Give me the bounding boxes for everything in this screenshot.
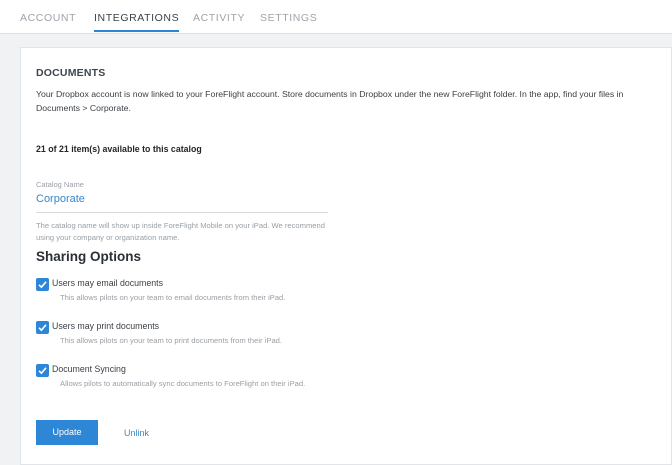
print-option-help: This allows pilots on your team to print…	[60, 336, 283, 345]
section-title: DOCUMENTS	[36, 67, 106, 79]
email-checkbox[interactable]	[36, 278, 49, 291]
sharing-options-title: Sharing Options	[36, 249, 142, 264]
catalog-name-label: Catalog Name	[36, 180, 84, 189]
documents-card: DOCUMENTS Your Dropbox account is now li…	[20, 47, 672, 465]
tab-account[interactable]: ACCOUNT	[20, 12, 76, 30]
checkmark-icon	[38, 324, 47, 332]
checkmark-icon	[38, 367, 47, 375]
sync-option-label[interactable]: Document Syncing	[52, 364, 126, 374]
sync-option-help: Allows pilots to automatically sync docu…	[60, 379, 306, 388]
catalog-name-help: The catalog name will show up inside For…	[36, 221, 325, 242]
print-option-label[interactable]: Users may print documents	[52, 321, 159, 331]
unlink-link[interactable]: Unlink	[124, 428, 149, 438]
tab-bar: ACCOUNT INTEGRATIONS ACTIVITY SETTINGS	[0, 0, 672, 34]
dropbox-description: Your Dropbox account is now linked to yo…	[36, 89, 624, 113]
catalog-name-underline	[36, 212, 328, 213]
tab-integrations[interactable]: INTEGRATIONS	[94, 12, 180, 32]
tab-settings[interactable]: SETTINGS	[260, 12, 317, 30]
print-checkbox[interactable]	[36, 321, 49, 334]
catalog-name-field[interactable]: Corporate	[36, 193, 85, 205]
email-option-label[interactable]: Users may email documents	[52, 278, 163, 288]
update-button[interactable]: Update	[36, 420, 98, 445]
checkmark-icon	[38, 281, 47, 289]
email-option-help: This allows pilots on your team to email…	[60, 293, 286, 302]
item-count: 21 of 21 item(s) available to this catal…	[36, 144, 202, 154]
sync-checkbox[interactable]	[36, 364, 49, 377]
tab-activity[interactable]: ACTIVITY	[193, 12, 245, 30]
